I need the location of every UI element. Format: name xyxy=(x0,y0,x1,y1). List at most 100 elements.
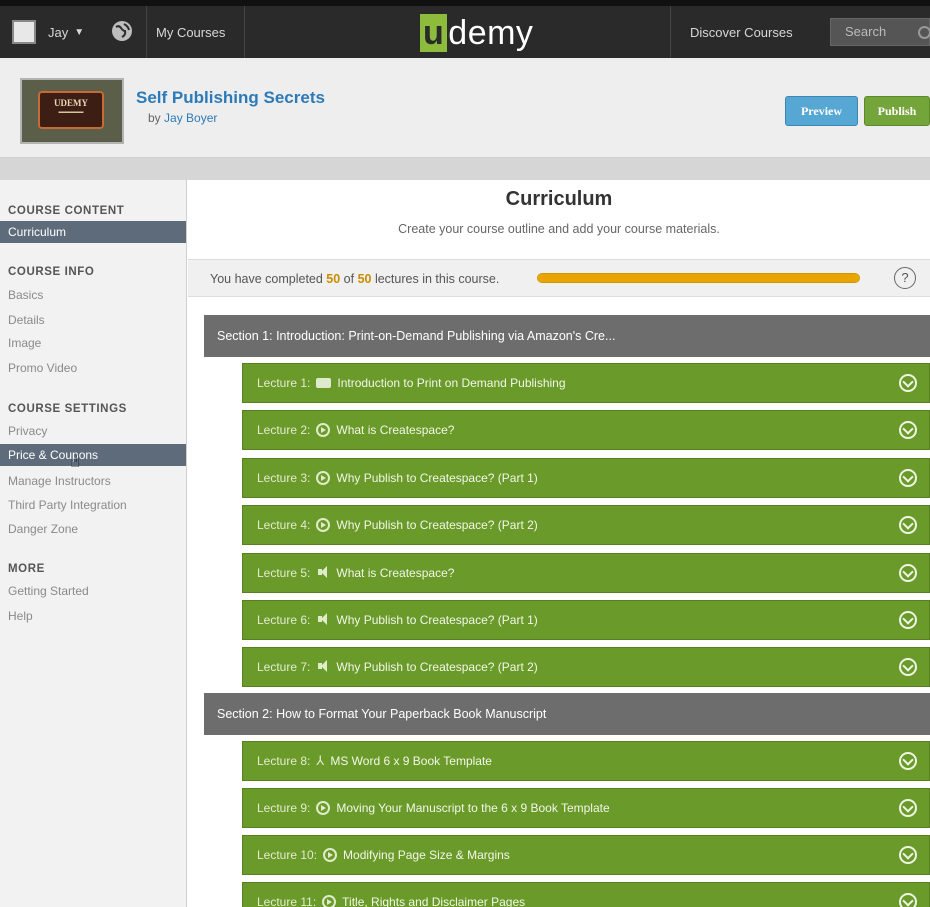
sidebar-item-manage-instructors[interactable]: Manage Instructors xyxy=(0,470,186,492)
author-prefix: by xyxy=(148,111,165,125)
curriculum-panel: Curriculum Create your course outline an… xyxy=(188,180,930,907)
audio-icon xyxy=(316,613,330,627)
lecture-title: What is Createspace? xyxy=(336,423,455,437)
lecture-number: Lecture 8: xyxy=(257,754,311,768)
video-icon xyxy=(316,378,332,388)
expand-chevron-icon[interactable] xyxy=(899,516,917,534)
expand-chevron-icon[interactable] xyxy=(899,658,917,676)
lecture-title: What is Createspace? xyxy=(336,566,455,580)
course-author: by Jay Boyer xyxy=(148,111,217,125)
play-icon xyxy=(316,518,331,532)
lecture-number: Lecture 9: xyxy=(257,801,311,815)
preview-button[interactable]: Preview xyxy=(785,96,858,126)
expand-chevron-icon[interactable] xyxy=(899,421,917,439)
section-row[interactable]: Section 2: How to Format Your Paperback … xyxy=(204,693,930,735)
lecture-title: Introduction to Print on Demand Publishi… xyxy=(337,376,566,390)
page-title: Curriculum xyxy=(505,188,613,210)
expand-chevron-icon[interactable] xyxy=(899,469,917,487)
user-avatar[interactable] xyxy=(12,20,36,44)
sidebar-item-image[interactable]: Image xyxy=(0,332,186,354)
lecture-number: Lecture 2: xyxy=(257,423,311,437)
progress-done-count: 50 xyxy=(326,272,341,286)
play-icon xyxy=(316,423,331,437)
udemy-logo[interactable]: u demy xyxy=(420,11,533,55)
sidebar-item-basics[interactable]: Basics xyxy=(0,284,186,306)
progress-bar xyxy=(537,273,860,283)
sidebar-item-promo-video[interactable]: Promo Video xyxy=(0,357,186,379)
my-courses-link[interactable]: My Courses xyxy=(156,6,225,58)
lecture-row[interactable]: Lecture 6: Why Publish to Createspace? (P… xyxy=(242,600,930,640)
page-subtitle: Create your course outline and add your … xyxy=(398,222,720,236)
lecture-title: Modifying Page Size & Margins xyxy=(343,848,510,862)
lecture-row[interactable]: Lecture 8: ⅄ MS Word 6 x 9 Book Template xyxy=(242,741,930,781)
course-header: UDEMY ▬▬▬▬▬ Self Publishing Secrets by J… xyxy=(0,58,930,158)
user-menu[interactable]: Jay ▼ xyxy=(48,6,84,58)
sidebar-heading-course-info: COURSE INFO xyxy=(8,266,95,278)
nav-divider xyxy=(244,6,245,58)
expand-chevron-icon[interactable] xyxy=(899,799,917,817)
expand-chevron-icon[interactable] xyxy=(899,893,917,907)
lecture-row[interactable]: Lecture 2: What is Createspace? xyxy=(242,410,930,450)
lecture-title: Why Publish to Createspace? (Part 1) xyxy=(336,613,538,627)
lecture-title: Title, Rights and Disclaimer Pages xyxy=(342,895,526,907)
expand-chevron-icon[interactable] xyxy=(899,374,917,392)
progress-bar-fill xyxy=(538,274,859,282)
progress-row: You have completed 50 of 50 lectures in … xyxy=(188,259,930,297)
lecture-row[interactable]: Lecture 1: Introduction to Print on Deman… xyxy=(242,363,930,403)
sidebar-item-privacy[interactable]: Privacy xyxy=(0,420,186,442)
lecture-number: Lecture 5: xyxy=(257,566,311,580)
lecture-title: Why Publish to Createspace? (Part 2) xyxy=(336,518,538,532)
search-input[interactable]: Search xyxy=(830,18,930,46)
thumbnail-subtext-scribble: ▬▬▬▬▬ xyxy=(58,110,84,115)
author-link[interactable]: Jay Boyer xyxy=(164,111,217,125)
sidebar-heading-course-content: COURSE CONTENT xyxy=(8,205,125,217)
course-thumbnail[interactable]: UDEMY ▬▬▬▬▬ xyxy=(20,78,124,144)
publish-button[interactable]: Publish xyxy=(864,96,930,126)
top-navbar: Jay ▼ My Courses u demy Discover Courses … xyxy=(0,0,930,58)
sidebar-item-help[interactable]: Help xyxy=(0,605,186,627)
sidebar-item-price-coupons[interactable]: Price & Coupons xyxy=(0,444,186,466)
audio-icon xyxy=(316,566,330,580)
lecture-row[interactable]: Lecture 9: Moving Your Manuscript to the … xyxy=(242,788,930,828)
search-icon[interactable] xyxy=(918,26,930,39)
expand-chevron-icon[interactable] xyxy=(899,564,917,582)
caret-down-icon: ▼ xyxy=(74,26,85,38)
play-icon xyxy=(323,848,338,862)
help-icon[interactable]: ? xyxy=(894,267,916,289)
lecture-row[interactable]: Lecture 10: Modifying Page Size & Margins xyxy=(242,835,930,875)
expand-chevron-icon[interactable] xyxy=(899,611,917,629)
lecture-row[interactable]: Lecture 7: Why Publish to Createspace? (P… xyxy=(242,647,930,687)
sidebar-item-details[interactable]: Details xyxy=(0,309,186,331)
section-title: Section 1: Introduction: Print-on-Demand… xyxy=(217,329,616,343)
lecture-number: Lecture 11: xyxy=(257,895,317,907)
logo-text: demy xyxy=(448,13,534,52)
lecture-number: Lecture 1: xyxy=(257,376,311,390)
sidebar: COURSE CONTENT Curriculum COURSE INFO Ba… xyxy=(0,180,187,907)
lecture-row[interactable]: Lecture 3: Why Publish to Createspace? (P… xyxy=(242,458,930,498)
expand-chevron-icon[interactable] xyxy=(899,846,917,864)
audio-icon xyxy=(316,660,330,674)
lecture-row[interactable]: Lecture 4: Why Publish to Createspace? (P… xyxy=(242,505,930,545)
play-icon xyxy=(316,471,331,485)
lecture-number: Lecture 3: xyxy=(257,471,311,485)
globe-icon[interactable] xyxy=(110,19,134,43)
expand-chevron-icon[interactable] xyxy=(899,752,917,770)
sidebar-item-danger-zone[interactable]: Danger Zone xyxy=(0,518,186,540)
sidebar-heading-more: MORE xyxy=(8,563,45,575)
sidebar-item-third-party-integration[interactable]: Third Party Integration xyxy=(0,494,186,516)
thumbnail-text: UDEMY xyxy=(54,98,88,108)
nav-divider xyxy=(146,6,147,58)
sidebar-heading-course-settings: COURSE SETTINGS xyxy=(8,403,127,415)
lecture-title: Why Publish to Createspace? (Part 2) xyxy=(336,660,538,674)
lecture-row[interactable]: Lecture 11: Title, Rights and Disclaimer … xyxy=(242,882,930,907)
user-name: Jay xyxy=(48,24,69,40)
sidebar-item-curriculum[interactable]: Curriculum xyxy=(0,221,186,243)
lecture-number: Lecture 7: xyxy=(257,660,311,674)
play-icon xyxy=(316,801,331,815)
lecture-row[interactable]: Lecture 5: What is Createspace? xyxy=(242,553,930,593)
progress-suffix: lectures in this course. xyxy=(371,272,500,286)
sidebar-item-getting-started[interactable]: Getting Started xyxy=(0,580,186,602)
discover-courses-link[interactable]: Discover Courses xyxy=(690,6,793,58)
section-row[interactable]: Section 1: Introduction: Print-on-Demand… xyxy=(204,315,930,357)
course-title[interactable]: Self Publishing Secrets xyxy=(136,88,325,108)
